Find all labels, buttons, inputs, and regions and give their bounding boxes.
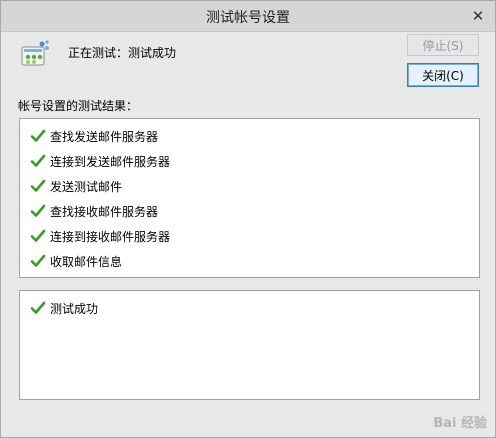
list-item: 连接到接收邮件服务器 [30,227,170,245]
list-item: 测试成功 [30,299,98,317]
list-item: 连接到发送邮件服务器 [30,152,170,170]
results-list: 查找发送邮件服务器 连接到发送邮件服务器 发送测试邮件 查找接收邮件服务器 连接… [19,118,480,278]
list-item: 收取邮件信息 [30,252,122,270]
list-item-label: 连接到发送邮件服务器 [50,154,171,169]
summary-label: 测试成功 [50,301,99,316]
stop-button[interactable]: 停止(S) [407,34,479,56]
check-icon [30,229,46,242]
list-item: 发送测试邮件 [30,177,122,195]
list-item-label: 连接到接收邮件服务器 [50,229,171,244]
window-title: 测试帐号设置 [206,10,290,26]
results-heading: 帐号设置的测试结果： [18,99,139,113]
list-item-label: 发送测试邮件 [50,179,123,194]
list-item: 查找接收邮件服务器 [30,202,158,220]
check-icon [30,154,46,167]
list-item: 查找发送邮件服务器 [30,127,158,145]
check-icon [30,129,46,142]
check-icon [30,204,46,217]
summary-list: 测试成功 [19,290,480,400]
check-icon [30,254,46,267]
check-icon [30,301,46,314]
test-status-text: 正在测试：测试成功 [68,46,177,60]
account-settings-icon [21,40,49,66]
list-item-label: 查找接收邮件服务器 [50,204,159,219]
list-item-label: 查找发送邮件服务器 [50,129,159,144]
close-button[interactable]: 关闭(C) [407,63,479,87]
test-account-settings-dialog: 测试帐号设置 ✕ 正在测试：测试成功 停止(S) 关闭(C) 帐号设置的测试结果… [0,0,496,438]
close-icon[interactable]: ✕ [467,7,489,25]
watermark-logo: Bai 经验 [433,416,487,431]
title-bar: 测试帐号设置 ✕ [1,1,495,32]
list-item-label: 收取邮件信息 [50,254,123,269]
check-icon [30,179,46,192]
